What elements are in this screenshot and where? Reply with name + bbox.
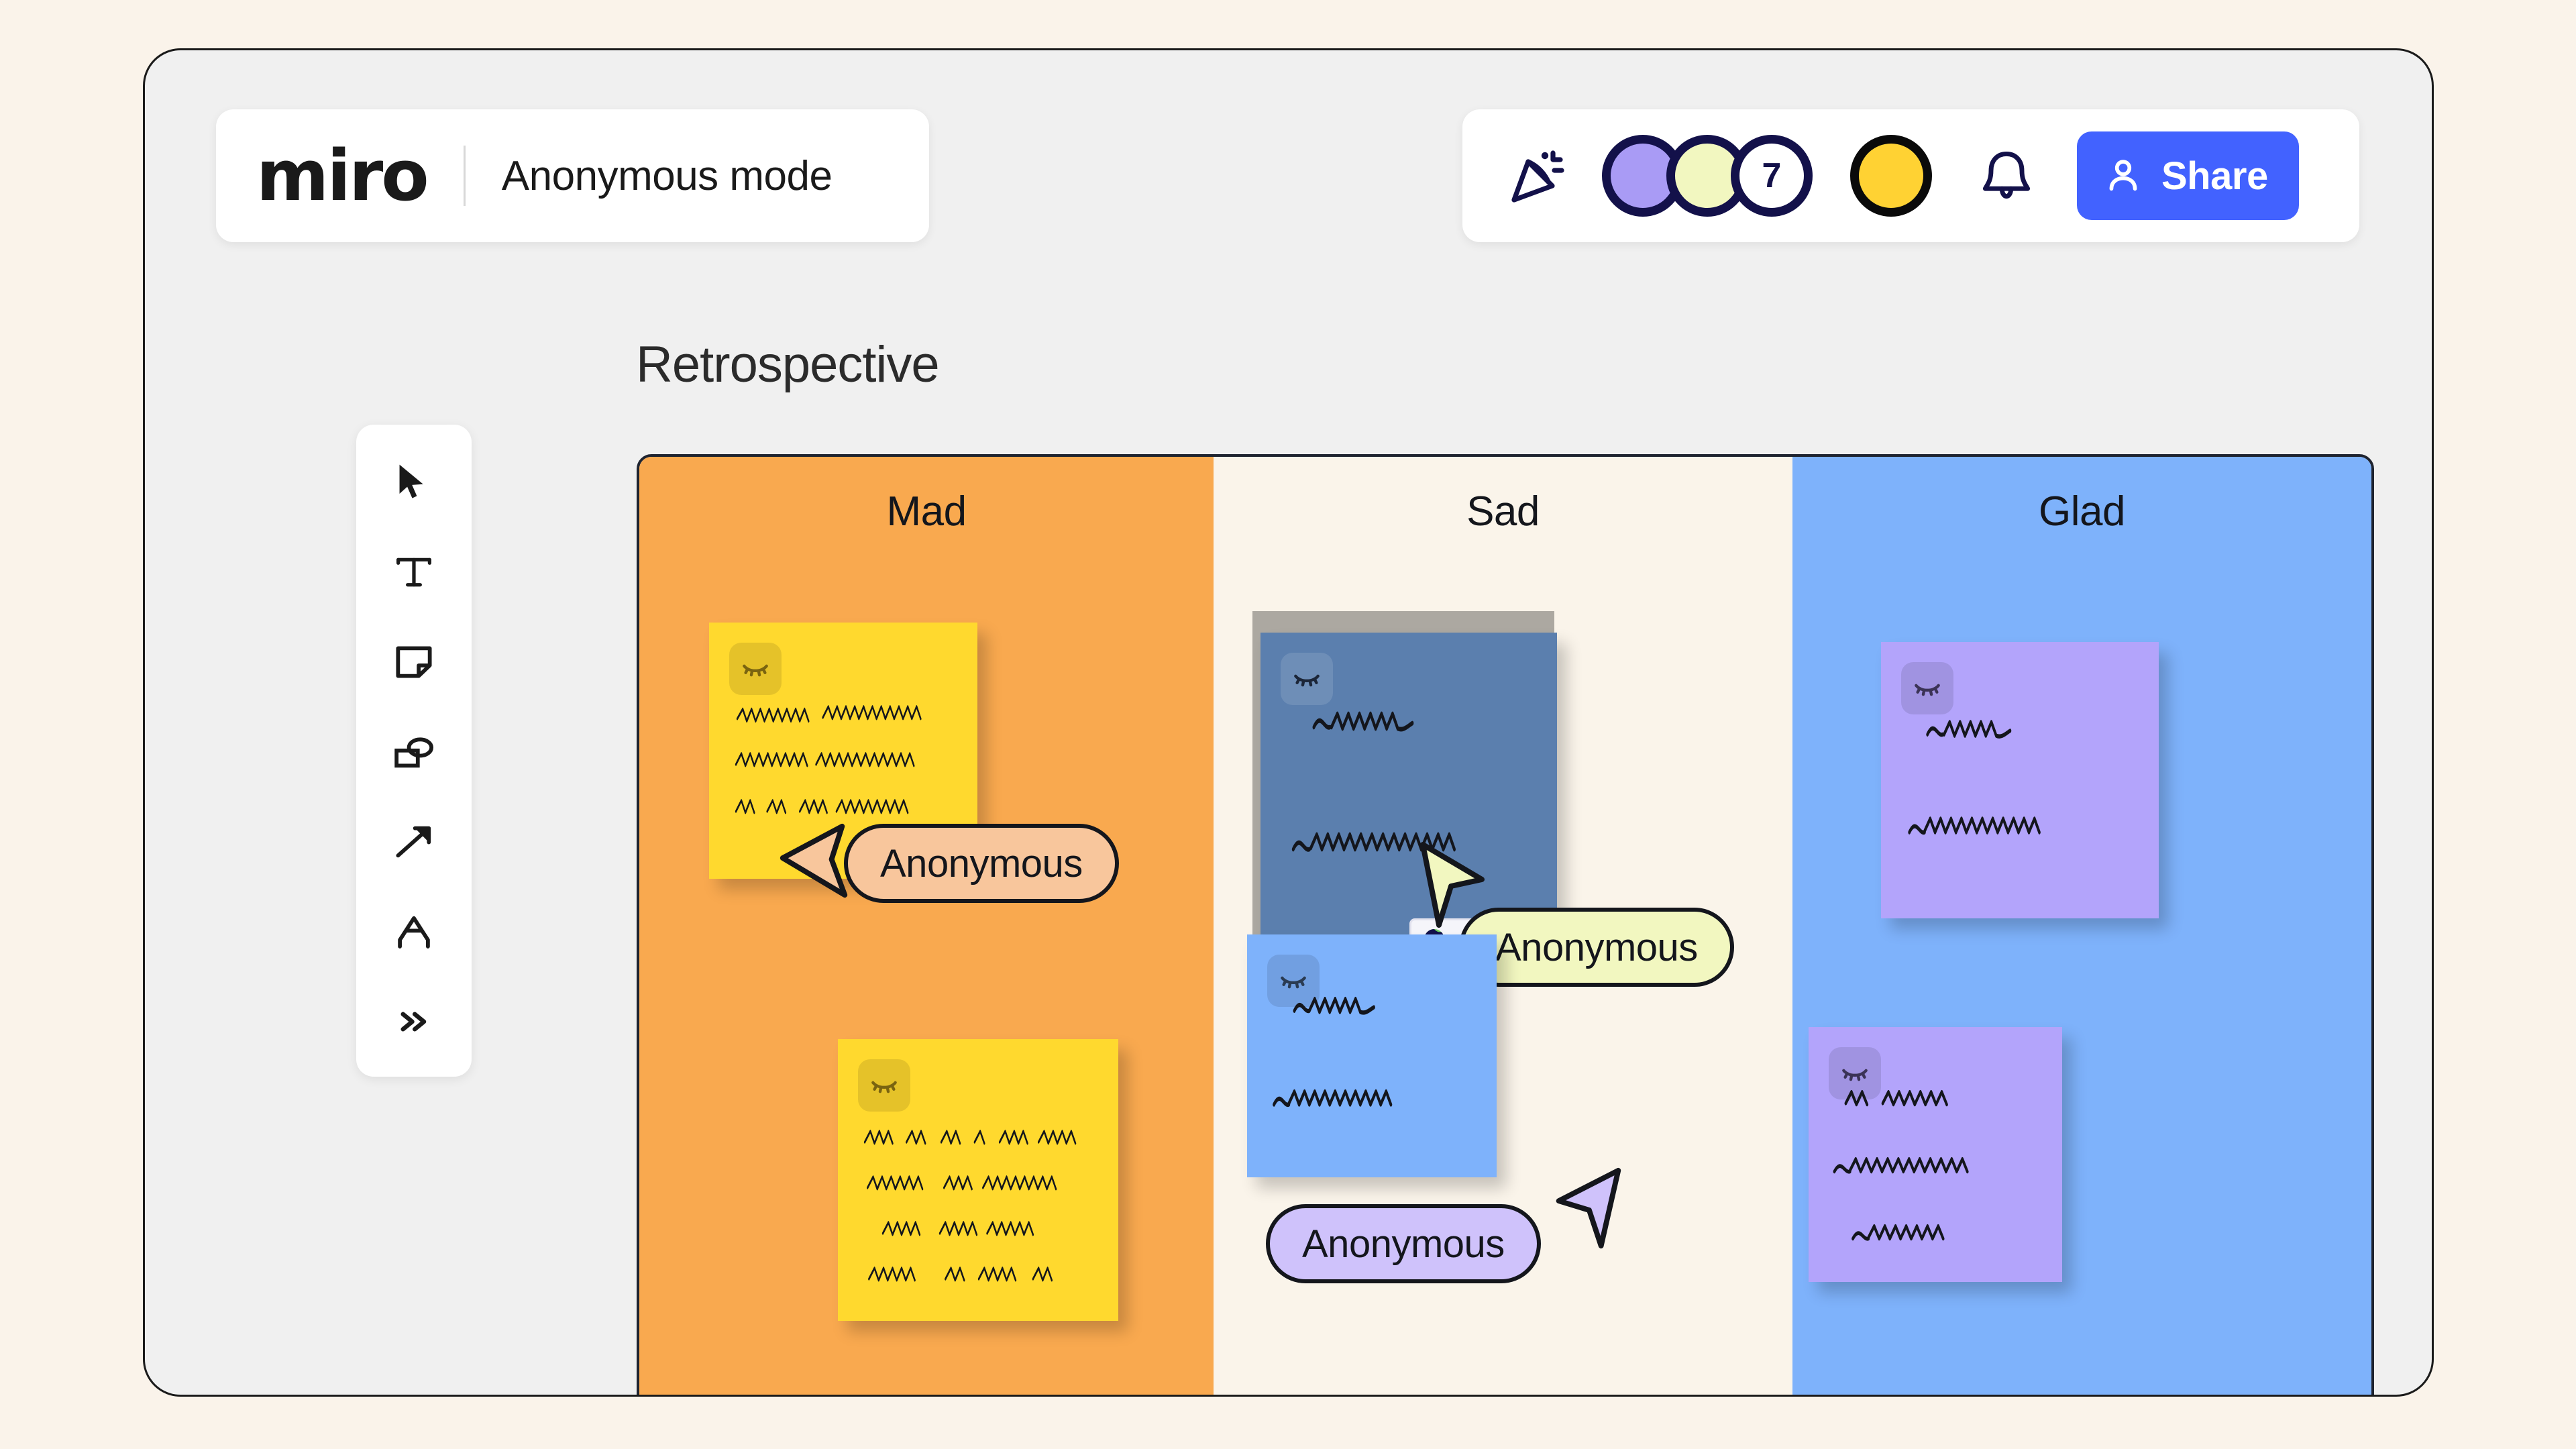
more-tools[interactable] [376, 984, 451, 1059]
share-button-label: Share [2161, 154, 2268, 198]
hidden-note-text [1881, 642, 2159, 918]
pen-icon [398, 916, 430, 949]
actions-bar: 7 Share [1462, 109, 2359, 242]
collaborator-avatars[interactable]: 7 [1602, 135, 1813, 217]
cursor-arrow-icon [399, 464, 423, 498]
connector-tool[interactable] [376, 804, 451, 879]
column-title-sad: Sad [1466, 488, 1540, 535]
cursor-arrow-icon [780, 823, 848, 898]
bell-icon[interactable] [1963, 132, 2050, 219]
sticky-note-tool[interactable] [376, 625, 451, 700]
chevron-double-right-icon [400, 1012, 427, 1032]
select-tool[interactable] [376, 445, 451, 520]
share-button[interactable]: Share [2077, 131, 2299, 220]
person-icon [2109, 160, 2137, 191]
column-sad: Sad Anonymous Anonymous [1214, 457, 1792, 1395]
miro-logo[interactable]: miro [256, 141, 429, 211]
note-sad-1[interactable] [1260, 633, 1557, 940]
miro-app-window: miro Anonymous mode 7 Share Retrospectiv… [143, 48, 2434, 1397]
hidden-note-text [1247, 934, 1497, 1177]
cursor-label: Anonymous [1459, 908, 1734, 987]
avatar-overflow[interactable]: 7 [1731, 135, 1813, 217]
pen-tool[interactable] [376, 894, 451, 969]
frame-title[interactable]: Retrospective [636, 335, 940, 394]
cursor-label: Anonymous [844, 824, 1119, 903]
brand-divider [463, 146, 466, 206]
text-tool[interactable] [376, 535, 451, 610]
party-popper-icon[interactable] [1495, 132, 1582, 219]
sticky-note-icon [396, 646, 432, 678]
shapes-tool[interactable] [376, 714, 451, 790]
column-title-glad: Glad [2039, 488, 2125, 535]
arrow-icon [396, 826, 431, 858]
cursor-label-text: Anonymous [1302, 1222, 1505, 1266]
cursor-label-text: Anonymous [1495, 925, 1698, 969]
cursor-label-text: Anonymous [880, 841, 1083, 885]
tool-palette [356, 425, 472, 1077]
brand-bar: miro Anonymous mode [216, 109, 929, 242]
cursor-arrow-icon [1556, 1167, 1621, 1249]
note-glad-1[interactable] [1881, 642, 2159, 918]
shapes-icon [394, 737, 434, 768]
note-mad-2[interactable] [838, 1039, 1118, 1321]
anonymous-mode-label: Anonymous mode [501, 152, 833, 199]
note-sad-2[interactable] [1247, 934, 1497, 1177]
hidden-note-text [1260, 633, 1557, 940]
hidden-note-text [838, 1039, 1118, 1321]
cursor-label: Anonymous [1266, 1204, 1541, 1283]
column-mad: Mad [639, 457, 1214, 1395]
column-glad: Glad [1792, 457, 2371, 1395]
board-frame: Mad Sad Anonymous Anonymous Glad [637, 454, 2374, 1395]
note-glad-2[interactable] [1809, 1027, 2062, 1282]
text-icon [396, 557, 431, 587]
column-title-mad: Mad [886, 488, 967, 535]
avatar-self[interactable] [1850, 135, 1932, 217]
hidden-note-text [1809, 1027, 2062, 1282]
